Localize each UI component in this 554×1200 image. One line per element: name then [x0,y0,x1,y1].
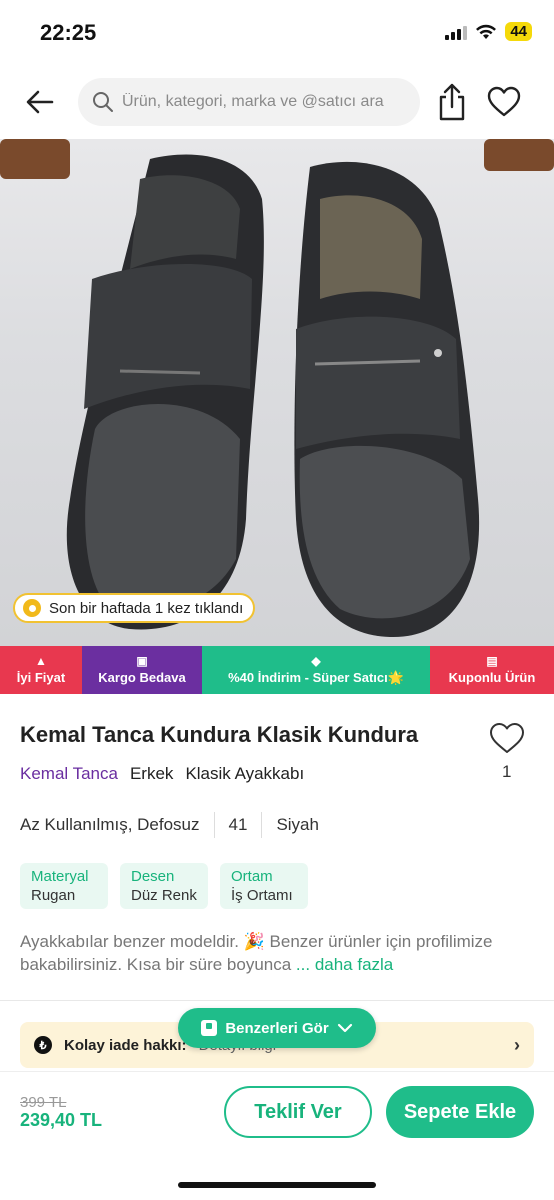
footer-divider [0,1071,554,1072]
gender-label[interactable]: Erkek [130,764,173,784]
chip-key: Materyal [31,868,89,885]
chevron-right-icon: › [514,1035,520,1055]
chip-value: Rugan [31,887,76,904]
status-icons: 44 [445,22,532,41]
product-page: 22:25 44 Ürün, kategori, marka ve @satıc… [0,0,554,1200]
see-similar-label: Benzerleri Gör [225,1019,329,1037]
search-icon [93,92,113,112]
chip-value: İş Ortamı [231,887,293,904]
favorite-heart-icon[interactable] [488,720,526,756]
section-divider [0,1000,554,1001]
share-icon[interactable] [434,82,470,122]
old-price: 399 TL [20,1094,67,1111]
status-time: 22:25 [40,20,97,45]
favorite-heart-icon[interactable] [486,84,522,120]
badge-free-shipping[interactable]: ▣ Kargo Bedava [82,646,202,694]
badge-discount[interactable]: ◆ %40 İndirim - Süper Satıcı🌟 [202,646,430,694]
brand-link[interactable]: Kemal Tanca [20,764,118,784]
category-label[interactable]: Klasik Ayakkabı [185,764,304,784]
return-label: Kolay iade hakkı: [64,1036,187,1054]
box-icon: ▣ [136,654,148,668]
badge-label: %40 İndirim - Süper Satıcı🌟 [228,669,404,685]
ticket-icon: ▤ [486,654,498,668]
shirt-icon [201,1020,218,1036]
attribute-chips: Materyal Rugan Desen Düz Renk Ortam İş O… [20,863,308,909]
chip-material: Materyal Rugan [20,863,108,909]
top-bar [0,70,554,134]
chip-pattern: Desen Düz Renk [120,863,208,909]
product-meta: Kemal Tanca Erkek Klasik Ayakkabı [20,764,304,784]
flame-icon: ▲ [35,654,47,668]
read-more-link[interactable]: ... daha fazla [296,955,393,974]
eye-icon [23,599,41,617]
see-similar-button[interactable]: Benzerleri Gör [178,1008,376,1048]
tag-icon: ◆ [311,653,321,668]
chip-environment: Ortam İş Ortamı [220,863,308,909]
signal-icon [445,24,468,40]
lira-icon: ₺ [34,1036,52,1054]
current-price: 239,40 TL [20,1110,103,1130]
shoes-illustration [0,139,554,638]
badge-good-price[interactable]: ▲ İyi Fiyat [0,646,82,694]
size-label: 41 [228,815,248,834]
badge-label: Kargo Bedava [98,670,186,685]
chevron-down-icon [337,1023,352,1033]
badge-label: İyi Fiyat [16,670,66,685]
divider [213,812,215,838]
home-indicator[interactable] [178,1182,376,1188]
badge-strip: ▲ İyi Fiyat ▣ Kargo Bedava ◆ %40 İndirim… [0,646,554,694]
product-image[interactable]: Son bir haftada 1 kez tıklandı [0,139,554,646]
battery-indicator: 44 [505,22,532,41]
color-label: Siyah [276,815,319,834]
attribute-row: Az Kullanılmış, Defosuz 41 Siyah [20,812,319,838]
wifi-icon [476,24,497,39]
search-bar[interactable] [78,78,420,126]
back-arrow-icon[interactable] [22,84,58,120]
chip-value: Düz Renk [131,887,197,904]
click-count-text: Son bir haftada 1 kez tıklandı [49,599,244,617]
chip-key: Ortam [231,868,273,885]
badge-coupon[interactable]: ▤ Kuponlu Ürün [430,646,554,694]
click-count-pill: Son bir haftada 1 kez tıklandı [13,593,256,623]
search-input[interactable] [122,93,412,111]
product-description: Ayakkabılar benzer modeldir. 🎉 Benzer ür… [20,930,540,976]
make-offer-button[interactable]: Teklif Ver [224,1086,372,1138]
chip-key: Desen [131,868,175,885]
status-bar: 22:25 44 [0,0,554,66]
product-title: Kemal Tanca Kundura Klasik Kundura [20,722,419,747]
description-text: Ayakkabılar benzer modeldir. 🎉 Benzer ür… [20,932,493,974]
condition-label: Az Kullanılmış, Defosuz [20,815,200,834]
favorite-count: 1 [502,762,512,781]
add-to-cart-button[interactable]: Sepete Ekle [386,1086,534,1138]
divider [261,812,263,838]
badge-label: Kuponlu Ürün [448,670,536,685]
